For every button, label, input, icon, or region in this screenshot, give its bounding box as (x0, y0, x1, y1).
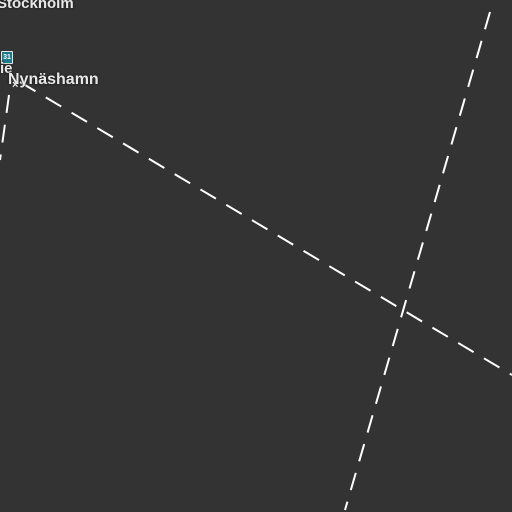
place-label-nynashamn[interactable]: Nynäshamn (8, 71, 99, 89)
ferry-route-south (0, 94, 10, 161)
ferry-route-southeast (344, 11, 491, 511)
ferry-port-icon: × (12, 79, 19, 91)
place-label-stockholm[interactable]: Stockholm (0, 0, 74, 12)
ferry-route-east (19, 81, 512, 376)
map-canvas[interactable]: Stockholm 31 ie Nynäshamn × (0, 0, 512, 512)
